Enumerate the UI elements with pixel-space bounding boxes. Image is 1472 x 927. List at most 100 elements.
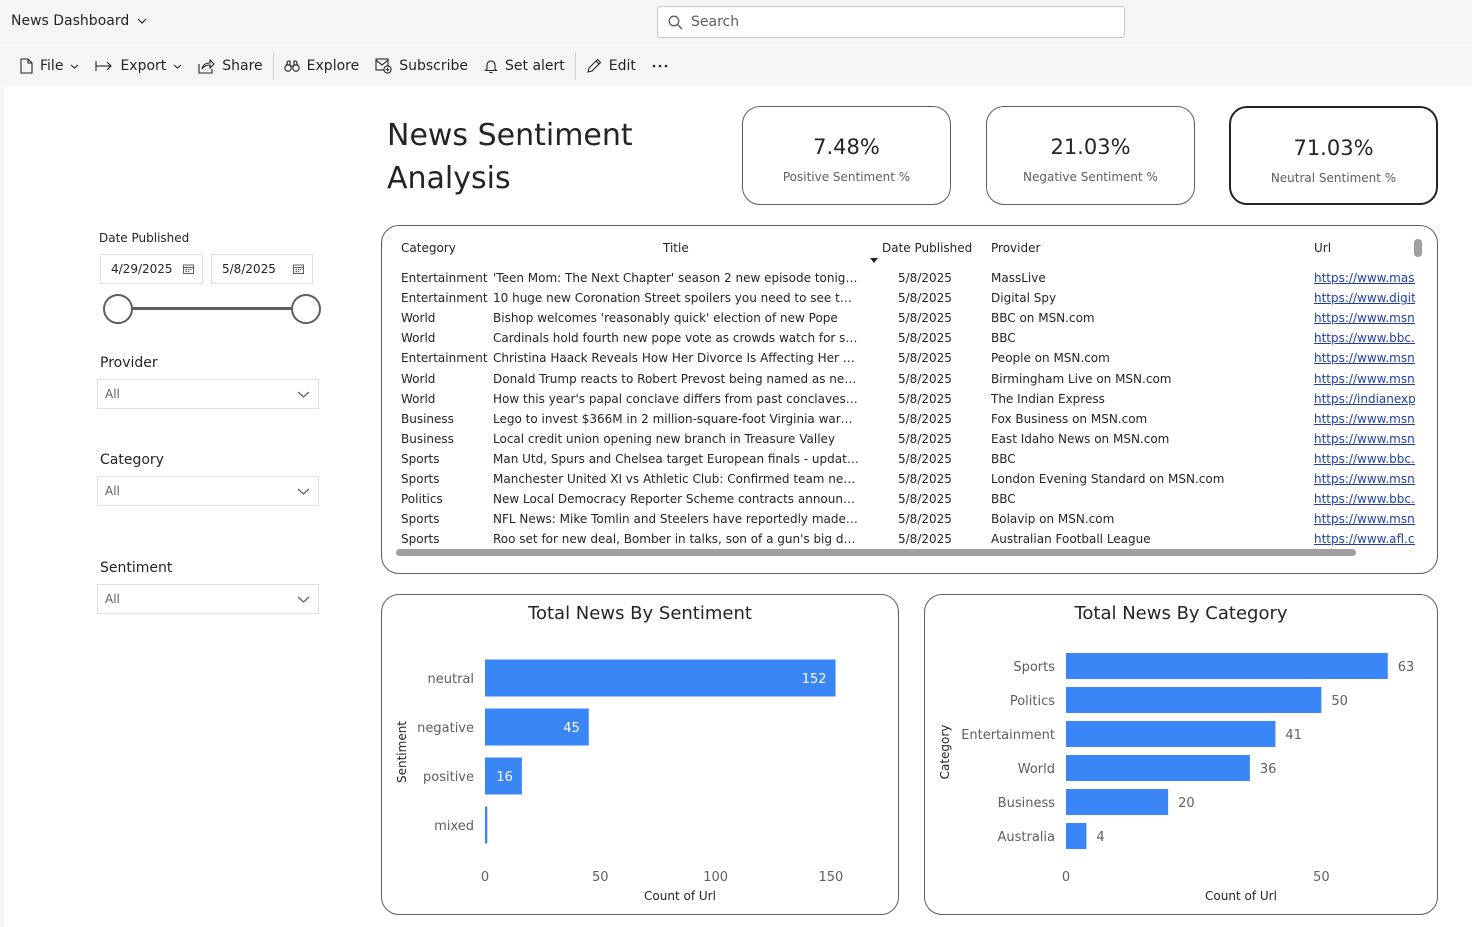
cell-date: 5/8/2025 <box>898 492 952 507</box>
cell-url[interactable]: https://www.massl <box>1314 271 1415 285</box>
table-row[interactable]: World How this year's papal conclave diff… <box>382 392 1422 412</box>
set-alert-button[interactable]: Set alert <box>476 50 573 82</box>
data-label: 20 <box>1178 796 1195 811</box>
y-axis-label: Sentiment <box>395 721 409 783</box>
table-row[interactable]: World Cardinals hold fourth new pope vote… <box>382 331 1422 351</box>
date-range-end-handle[interactable] <box>291 294 321 324</box>
chevron-down-icon <box>297 391 310 398</box>
bar-business[interactable] <box>1066 789 1169 815</box>
share-button[interactable]: Share <box>190 50 270 82</box>
kpi-positive-card[interactable]: 7.48% Positive Sentiment % <box>742 106 951 205</box>
vertical-scrollbar[interactable] <box>1414 239 1422 257</box>
category-tick-label: Politics <box>1010 694 1055 709</box>
calendar-icon[interactable] <box>183 264 194 274</box>
cell-url[interactable]: https://www.msn.c <box>1314 372 1415 386</box>
export-menu-button[interactable]: Export <box>87 50 190 82</box>
kpi-negative-card[interactable]: 21.03% Negative Sentiment % <box>986 106 1195 205</box>
subscribe-button[interactable]: Subscribe <box>367 50 476 82</box>
cell-url[interactable]: https://www.afl.co <box>1314 532 1415 546</box>
cell-url[interactable]: https://www.msn.c <box>1314 351 1415 365</box>
explore-button[interactable]: Explore <box>276 50 368 82</box>
date-start-input[interactable]: 4/29/2025 <box>100 254 203 284</box>
edit-button[interactable]: Edit <box>578 50 644 82</box>
column-header-provider[interactable]: Provider <box>991 241 1040 255</box>
kpi-negative-label: Negative Sentiment % <box>1023 170 1158 184</box>
cell-date: 5/8/2025 <box>898 351 952 366</box>
cell-url[interactable]: https://www.bbc.c <box>1314 452 1415 466</box>
provider-label: Provider <box>100 355 158 371</box>
table-row[interactable]: Sports Manchester United XI vs Athletic C… <box>382 472 1422 492</box>
column-header-url[interactable]: Url <box>1314 241 1331 255</box>
table-row[interactable]: Politics New Local Democracy Reporter Sch… <box>382 492 1422 512</box>
y-axis-label: Category <box>938 725 952 780</box>
cell-date: 5/8/2025 <box>898 451 952 466</box>
cell-url[interactable]: https://www.msn.c <box>1314 311 1415 325</box>
cell-provider: Digital Spy <box>991 291 1057 306</box>
cell-url[interactable]: https://indianexpr <box>1314 392 1415 406</box>
x-tick-label: 150 <box>819 870 844 885</box>
bar-neutral[interactable] <box>485 659 836 697</box>
cell-date: 5/8/2025 <box>898 311 952 326</box>
cell-category: World <box>401 371 436 386</box>
cell-url[interactable]: https://www.msn.c <box>1314 472 1415 486</box>
cell-provider: London Evening Standard on MSN.com <box>991 472 1225 486</box>
table-row[interactable]: Business Lego to invest $366M in 2 millio… <box>382 412 1422 432</box>
bar-mixed[interactable] <box>485 806 488 844</box>
cell-title: New Local Democracy Reporter Scheme cont… <box>493 492 859 507</box>
date-range-start-handle[interactable] <box>103 294 133 324</box>
app-title: News Dashboard <box>11 13 130 29</box>
bar-entertainment[interactable] <box>1066 721 1276 747</box>
date-range-slider-track[interactable] <box>118 307 306 310</box>
cell-date: 5/8/2025 <box>898 291 952 306</box>
date-end-input[interactable]: 5/8/2025 <box>211 254 313 284</box>
date-end-value: 5/8/2025 <box>222 262 276 276</box>
bar-sports[interactable] <box>1066 653 1388 679</box>
sentiment-dropdown[interactable]: All <box>97 584 319 614</box>
app-title-menu[interactable]: News Dashboard <box>11 13 147 29</box>
table-row[interactable]: World Bishop welcomes 'reasonably quick' … <box>382 311 1422 331</box>
table-row[interactable]: Sports Man Utd, Spurs and Chelsea target … <box>382 452 1422 472</box>
cell-url[interactable]: https://www.msn.c <box>1314 432 1415 446</box>
table-row[interactable]: Entertainment Christina Haack Reveals How… <box>382 351 1422 371</box>
column-header-title[interactable]: Title <box>663 241 689 255</box>
cell-url[interactable]: https://www.digita <box>1314 291 1415 305</box>
data-label: 152 <box>802 672 827 687</box>
x-axis-label: Count of Url <box>644 889 716 903</box>
cell-url[interactable]: https://www.bbc.c <box>1314 331 1415 345</box>
search-input[interactable] <box>691 14 1091 30</box>
table-row[interactable]: World Donald Trump reacts to Robert Prevo… <box>382 372 1422 392</box>
bar-politics[interactable] <box>1066 687 1322 713</box>
cell-url[interactable]: https://www.msn.c <box>1314 412 1415 426</box>
horizontal-scrollbar[interactable] <box>396 549 1356 556</box>
cell-category: Sports <box>401 512 440 527</box>
toolbar-divider <box>272 52 274 80</box>
bar-world[interactable] <box>1066 755 1250 781</box>
table-row[interactable]: Sports NFL News: Mike Tomlin and Steelers… <box>382 512 1422 532</box>
calendar-icon[interactable] <box>293 264 304 274</box>
category-tick-label: Australia <box>997 830 1055 845</box>
cell-title: Roo set for new deal, Bomber in talks, s… <box>493 532 859 547</box>
table-row[interactable]: Entertainment 10 huge new Coronation Stre… <box>382 291 1422 311</box>
category-tick-label: World <box>1018 762 1055 777</box>
more-options-button[interactable] <box>644 50 676 82</box>
cell-provider: BBC <box>991 492 1016 507</box>
cell-date: 5/8/2025 <box>898 391 952 406</box>
cell-title: NFL News: Mike Tomlin and Steelers have … <box>493 512 859 527</box>
bar-australia[interactable] <box>1066 823 1087 849</box>
table-row[interactable]: Business Local credit union opening new b… <box>382 432 1422 452</box>
kpi-neutral-card[interactable]: 71.03% Neutral Sentiment % <box>1229 106 1438 205</box>
cell-category: Business <box>401 431 454 446</box>
category-dropdown[interactable]: All <box>97 476 319 506</box>
column-header-date-published[interactable]: Date Published <box>882 241 972 255</box>
column-header-category[interactable]: Category <box>401 241 456 255</box>
export-label: Export <box>120 58 167 74</box>
cell-url[interactable]: https://www.bbc.c <box>1314 492 1415 506</box>
cell-url[interactable]: https://www.msn.c <box>1314 512 1415 526</box>
cell-provider: MassLive <box>991 271 1046 285</box>
binoculars-icon <box>283 60 300 72</box>
table-row[interactable]: Entertainment 'Teen Mom: The Next Chapter… <box>382 271 1422 291</box>
provider-dropdown[interactable]: All <box>97 379 319 409</box>
search-box[interactable] <box>657 6 1125 38</box>
share-icon <box>198 58 216 74</box>
file-menu-button[interactable]: File <box>12 50 87 82</box>
